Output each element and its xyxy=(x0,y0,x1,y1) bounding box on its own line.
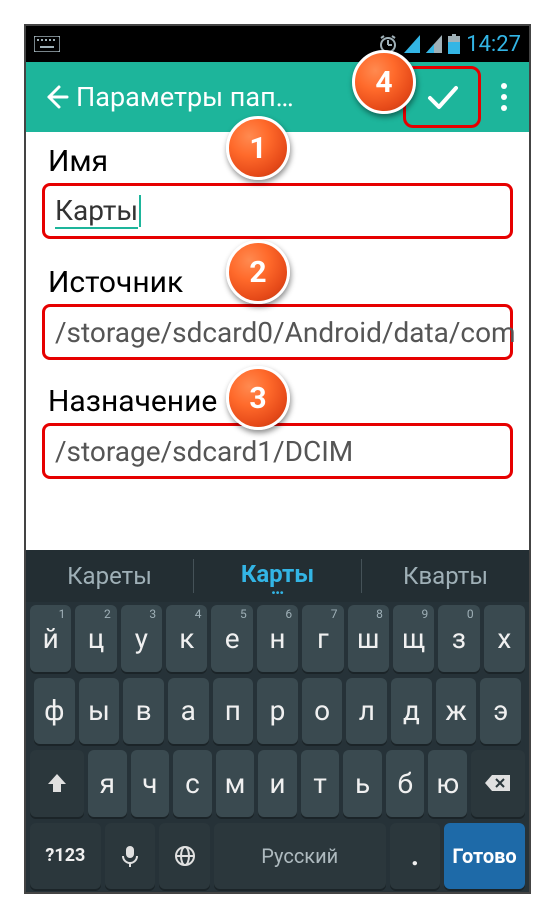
key-ш[interactable]: ш8 xyxy=(348,605,389,672)
key-м[interactable]: м xyxy=(216,750,255,817)
key-с[interactable]: с xyxy=(173,750,212,817)
key-hint: 7 xyxy=(331,607,338,621)
key-й[interactable]: й1 xyxy=(30,605,71,672)
toolbar-title: Параметры пап… xyxy=(76,81,294,113)
back-button[interactable] xyxy=(36,77,76,117)
form-area: Имя Карты Источник /storage/sdcard0/Andr… xyxy=(26,132,529,554)
status-bar: 14:27 xyxy=(26,26,529,62)
key-щ[interactable]: щ9 xyxy=(393,605,434,672)
key-ь[interactable]: ь xyxy=(343,750,382,817)
device-frame: 14:27 Параметры пап… Имя Карты Источник … xyxy=(24,24,531,894)
signal-sim1-icon xyxy=(404,35,420,53)
signal-sim2-icon xyxy=(426,35,442,53)
key-hint: 2 xyxy=(104,607,111,621)
key-hint: 9 xyxy=(421,607,428,621)
key-к[interactable]: к4 xyxy=(166,605,207,672)
symbols-key[interactable]: ?123 xyxy=(30,823,101,890)
key-н[interactable]: н6 xyxy=(257,605,298,672)
key-г[interactable]: г7 xyxy=(302,605,343,672)
key-у[interactable]: у3 xyxy=(121,605,162,672)
key-hint: 1 xyxy=(59,607,66,621)
key-row-1: й1ц2у3к4е5н6г7ш8щ9з0х xyxy=(26,602,529,675)
key-б[interactable]: б xyxy=(386,750,425,817)
key-ч[interactable]: ч xyxy=(131,750,170,817)
suggestion-right[interactable]: Кварты xyxy=(362,558,529,594)
destination-input[interactable]: /storage/sdcard1/DCIM xyxy=(42,423,513,479)
key-в[interactable]: в xyxy=(123,678,164,745)
step-badge-3: 3 xyxy=(226,366,290,430)
key-hint: 0 xyxy=(467,607,474,621)
key-ф[interactable]: ф xyxy=(34,678,75,745)
key-hint: 6 xyxy=(285,607,292,621)
done-key[interactable]: Готово xyxy=(444,823,525,890)
key-а[interactable]: а xyxy=(168,678,209,745)
checkmark-icon xyxy=(422,77,462,117)
soft-keyboard: Кареты Карты … Кварты й1ц2у3к4е5н6г7ш8щ9… xyxy=(26,550,529,892)
suggestion-left[interactable]: Кареты xyxy=(26,558,193,594)
key-з[interactable]: з0 xyxy=(438,605,479,672)
key-ы[interactable]: ы xyxy=(79,678,120,745)
period-key[interactable]: . xyxy=(390,823,441,890)
voice-input-key[interactable] xyxy=(105,823,156,890)
suggestion-more-icon: … xyxy=(194,586,361,592)
key-row-3: ячсмитьбю xyxy=(26,747,529,820)
status-clock: 14:27 xyxy=(466,32,521,57)
app-toolbar: Параметры пап… xyxy=(26,62,529,132)
key-я[interactable]: я xyxy=(88,750,127,817)
key-х[interactable]: х xyxy=(484,605,525,672)
key-д[interactable]: д xyxy=(391,678,432,745)
microphone-icon xyxy=(120,844,140,868)
key-о[interactable]: о xyxy=(302,678,343,745)
key-hint: 3 xyxy=(149,607,156,621)
name-input-value: Карты xyxy=(55,194,138,229)
language-key[interactable] xyxy=(159,823,210,890)
key-hint: 5 xyxy=(240,607,247,621)
keyboard-notification-icon xyxy=(34,36,60,52)
key-л[interactable]: л xyxy=(346,678,387,745)
key-е[interactable]: е5 xyxy=(211,605,252,672)
text-cursor xyxy=(139,195,141,227)
destination-input-value: /storage/sdcard1/DCIM xyxy=(55,435,353,468)
key-и[interactable]: и xyxy=(258,750,297,817)
key-э[interactable]: э xyxy=(480,678,521,745)
key-row-2: фывапролджэ xyxy=(26,675,529,748)
shift-key[interactable] xyxy=(30,750,84,817)
key-row-4: ?123 Русский . Готово xyxy=(26,820,529,893)
globe-icon xyxy=(174,845,196,867)
overflow-menu-button[interactable] xyxy=(489,83,519,111)
key-ц[interactable]: ц2 xyxy=(75,605,116,672)
key-р[interactable]: р xyxy=(257,678,298,745)
suggestion-bar: Кареты Карты … Кварты xyxy=(26,550,529,602)
key-ю[interactable]: ю xyxy=(428,750,467,817)
step-badge-4: 4 xyxy=(352,50,416,114)
suggestion-middle[interactable]: Карты … xyxy=(194,556,361,596)
key-hint: 8 xyxy=(376,607,383,621)
shift-icon xyxy=(45,771,69,795)
step-badge-2: 2 xyxy=(226,240,290,304)
battery-icon xyxy=(448,34,460,54)
space-key[interactable]: Русский xyxy=(214,823,386,890)
backspace-key[interactable] xyxy=(471,750,525,817)
source-input-value: /storage/sdcard0/Android/data/com xyxy=(55,316,516,349)
step-badge-1: 1 xyxy=(226,116,290,180)
key-т[interactable]: т xyxy=(301,750,340,817)
key-ж[interactable]: ж xyxy=(436,678,477,745)
backspace-icon xyxy=(484,773,512,793)
key-п[interactable]: п xyxy=(213,678,254,745)
key-hint: 4 xyxy=(195,607,202,621)
name-input[interactable]: Карты xyxy=(42,183,513,239)
source-input[interactable]: /storage/sdcard0/Android/data/com xyxy=(42,304,513,360)
